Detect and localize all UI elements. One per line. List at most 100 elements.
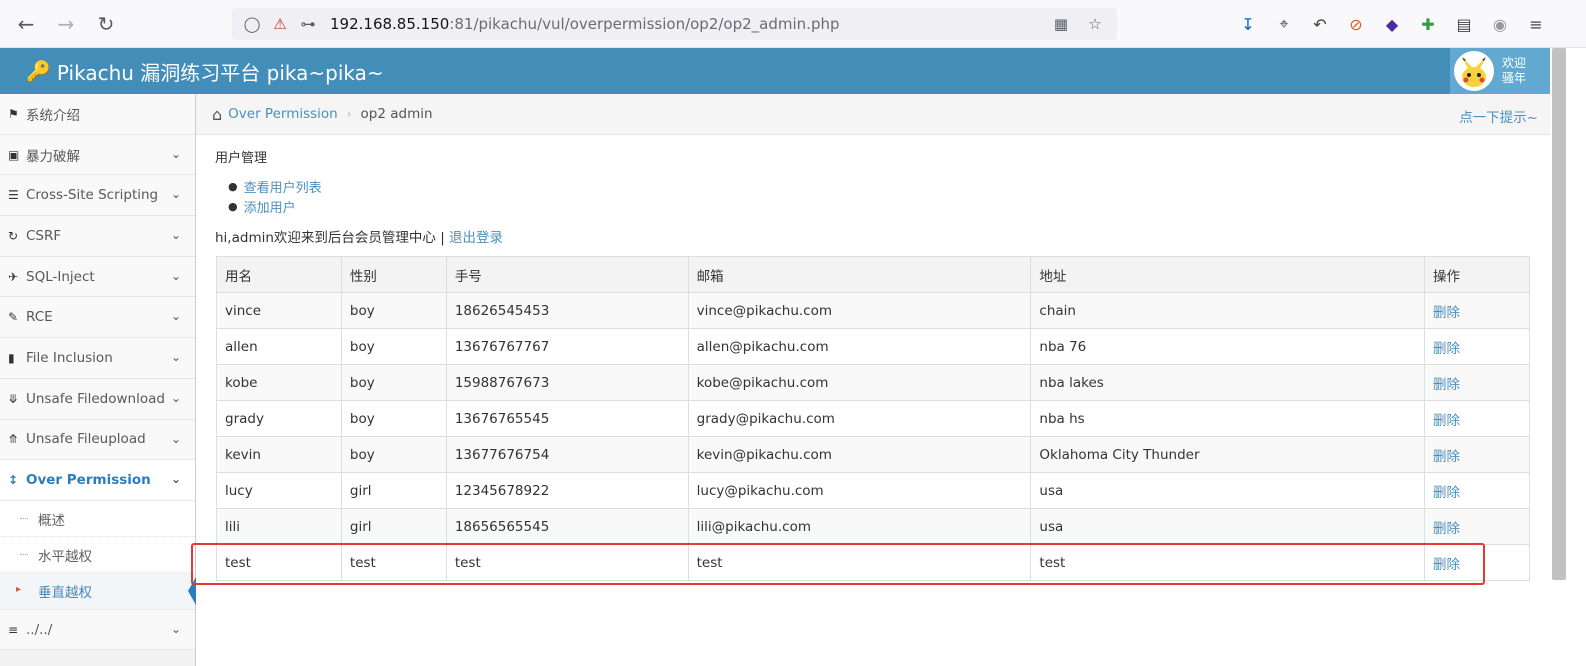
chevron-down-icon: ⌄	[170, 187, 181, 202]
page-scrollbar[interactable]	[1552, 48, 1566, 580]
extension-plus-icon[interactable]: ✚	[1416, 12, 1440, 36]
back-arrow-icon[interactable]: ←	[6, 4, 46, 44]
delete-link[interactable]: 删除	[1424, 436, 1530, 473]
url-text[interactable]: 192.168.85.150:81/pikachu/vul/overpermis…	[330, 15, 840, 33]
table-cell: kevin@pikachu.com	[687, 436, 1032, 473]
table-cell: grady	[216, 400, 342, 437]
site-title[interactable]: 🔑 Pikachu 漏洞练习平台 pika~pika~	[26, 57, 384, 86]
crop-icon[interactable]: ⌖	[1272, 12, 1296, 36]
sidebar-item-label: ../../	[26, 621, 53, 638]
sidebar-item-label: SQL-Inject	[26, 268, 95, 285]
breadcrumb-parent-link[interactable]: Over Permission	[228, 106, 338, 122]
sidebar-item-dir-traversal[interactable]: ≡ ../../ ⌄	[0, 609, 195, 651]
sidebar-item-over-permission[interactable]: ↕ Over Permission ⌄	[0, 460, 195, 501]
document-icon[interactable]: ▤	[1452, 12, 1476, 36]
view-user-list-link[interactable]: ● 查看用户列表	[228, 176, 322, 196]
forward-arrow-icon[interactable]: →	[46, 4, 86, 44]
sidebar-item-file-inclusion[interactable]: ▮ File Inclusion ⌄	[0, 338, 195, 379]
column-header: 操作	[1424, 256, 1530, 293]
delete-link[interactable]: 删除	[1424, 364, 1530, 401]
qr-code-icon[interactable]: ▦	[1049, 12, 1073, 36]
table-cell: 18626545453	[445, 292, 689, 329]
user-name: 骚年	[1502, 71, 1527, 85]
sidebar-item-label: 系统介绍	[26, 107, 80, 124]
delete-link[interactable]: 删除	[1424, 472, 1530, 509]
delete-link[interactable]: 删除	[1424, 328, 1530, 365]
insecure-lock-icon[interactable]: ⚠	[268, 12, 292, 36]
pikachu-avatar-icon	[1462, 57, 1486, 87]
sidebar-subitem-label: 水平越权	[38, 548, 92, 565]
download-icon[interactable]: ↧	[1236, 12, 1260, 36]
sidebar-item-label: RCE	[26, 309, 53, 326]
caret-right-icon: ▸	[16, 584, 22, 596]
sidebar-item-xss[interactable]: ☰ Cross-Site Scripting ⌄	[0, 175, 195, 217]
logout-link[interactable]: 退出登录	[449, 230, 503, 246]
key-icon: ⊶	[300, 15, 316, 33]
table-cell: 13676767767	[445, 328, 689, 365]
table-cell: usa	[1030, 472, 1426, 509]
sidebar-item-brute-force[interactable]: ▣ 暴力破解 ⌄	[0, 134, 195, 176]
table-cell: lucy	[216, 472, 342, 509]
column-header: 用名	[216, 256, 342, 293]
reload-icon[interactable]: ↻	[86, 4, 126, 44]
sidebar-item-rce[interactable]: ✎ RCE ⌄	[0, 297, 195, 339]
chevron-down-icon: ⌄	[170, 472, 181, 487]
add-user-link[interactable]: ● 添加用户	[228, 196, 322, 216]
text-height-icon: ↕	[8, 473, 19, 488]
bullet-icon: ●	[228, 199, 238, 213]
home-icon[interactable]: ⌂	[212, 105, 222, 124]
sidebar-item-unsafe-fileupload[interactable]: ⤊ Unsafe Fileupload ⌄	[0, 419, 195, 461]
sidebar-item-sql-inject[interactable]: ✈ SQL-Inject ⌄	[0, 256, 195, 298]
section-title: 用户管理	[215, 151, 268, 166]
highlight-annotation-box	[191, 543, 1485, 585]
chevron-down-icon: ⌄	[170, 268, 181, 283]
delete-link[interactable]: 删除	[1424, 400, 1530, 437]
sidebar-subitem-horizontal[interactable]: 水平越权	[0, 537, 195, 574]
file-icon: ▮	[8, 350, 15, 365]
sidebar-item-unsafe-filedownload[interactable]: ⤋ Unsafe Filedownload ⌄	[0, 378, 195, 420]
circle-icon[interactable]: ◉	[1488, 12, 1512, 36]
table-cell: 13676765545	[445, 400, 689, 437]
sidebar-subitem-vertical[interactable]: ▸ 垂直越权	[0, 573, 196, 610]
shield-icon[interactable]: ◯	[240, 12, 264, 36]
site-header: 🔑 Pikachu 漏洞练习平台 pika~pika~ 欢迎 骚年	[0, 48, 1550, 94]
users-table: 用名 性别 手号 邮箱 地址 操作 vince boy 18626545453 …	[216, 256, 1530, 581]
table-row: kevin boy 13677676754 kevin@pikachu.com …	[216, 436, 1530, 473]
table-cell: girl	[340, 508, 447, 545]
welcome-text: hi,admin欢迎来到后台会员管理中心 | 退出登录	[215, 226, 503, 246]
lock-icon: ▣	[8, 147, 20, 162]
table-cell: vince	[216, 292, 342, 329]
link-label: 添加用户	[243, 200, 296, 216]
pencil-icon: ✎	[8, 310, 19, 325]
delete-link[interactable]: 删除	[1424, 292, 1530, 329]
table-cell: 15988767673	[445, 364, 689, 401]
menu-icon[interactable]: ≡	[1524, 12, 1548, 36]
sidebar-item-intro[interactable]: ⚑ 系统介绍	[0, 94, 195, 135]
column-header: 邮箱	[687, 256, 1032, 293]
sidebar-item-csrf[interactable]: ↻ CSRF ⌄	[0, 216, 195, 257]
breadcrumb-separator-icon: ›	[346, 107, 352, 121]
sidebar-item-label: Unsafe Filedownload	[26, 390, 165, 407]
chevron-down-icon: ⌄	[170, 146, 181, 161]
site-title-text: Pikachu 漏洞练习平台 pika~pika~	[56, 60, 384, 85]
delete-link[interactable]: 删除	[1424, 508, 1530, 545]
user-greeting: 欢迎	[1502, 56, 1527, 70]
sidebar-item-label: Over Permission	[26, 472, 151, 489]
undo-icon[interactable]: ↶	[1308, 12, 1332, 36]
url-bar[interactable]: ◯ ⚠ ⊶ 192.168.85.150:81/pikachu/vul/over…	[232, 8, 1117, 40]
bookmark-star-icon[interactable]: ☆	[1083, 12, 1107, 36]
table-cell: allen	[216, 328, 342, 365]
sidebar-subitem-overview[interactable]: 概述	[0, 500, 195, 538]
table-cell: 12345678922	[445, 472, 689, 509]
sidebar-item-label: 暴力破解	[26, 148, 80, 165]
hint-link[interactable]: 点一下提示~	[1459, 106, 1538, 126]
user-box[interactable]: 欢迎 骚年	[1450, 48, 1550, 94]
table-cell: chain	[1030, 292, 1426, 329]
breadcrumb: ⌂ Over Permission › op2 admin 点一下提示~	[196, 94, 1550, 135]
blocker-icon[interactable]: ⊘	[1344, 12, 1368, 36]
chevron-down-icon: ⌄	[170, 309, 181, 324]
table-cell: 18656565545	[445, 508, 689, 545]
upload-icon: ⤊	[8, 432, 19, 447]
extension-diamond-icon[interactable]: ◆	[1380, 12, 1404, 36]
table-row: kobe boy 15988767673 kobe@pikachu.com nb…	[216, 364, 1530, 401]
